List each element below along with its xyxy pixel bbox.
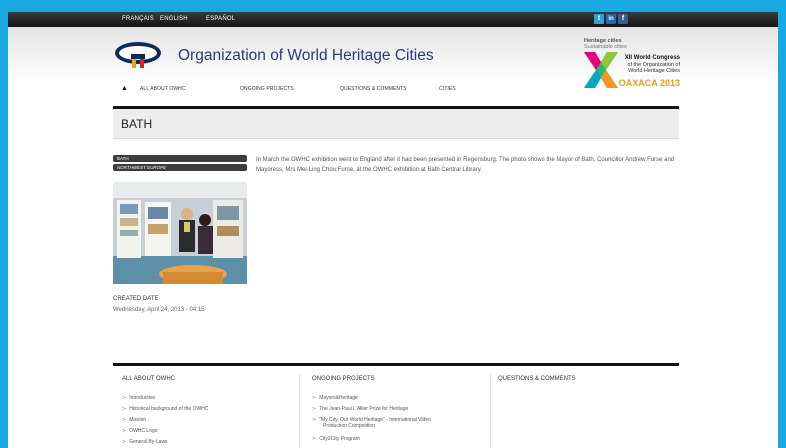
footer-link-introduction[interactable]: ≻ Introduction bbox=[122, 395, 155, 401]
congress-banner[interactable]: Heritage cities Sustainable cities XII W… bbox=[584, 38, 680, 100]
twitter-icon[interactable]: t bbox=[594, 14, 604, 24]
nav-questions-comments[interactable]: QUESTIONS & COMMENTS bbox=[340, 86, 407, 92]
page-title: BATH bbox=[121, 117, 153, 131]
congress-tagline-2: Sustainable cities bbox=[584, 44, 627, 50]
nav-ongoing-projects[interactable]: ONGOING PROJECTS bbox=[240, 86, 294, 92]
footer-link-jean-paul-prize[interactable]: ≻ The Jean-Paul L'Allier Prize for Herita… bbox=[312, 406, 408, 412]
footer-col1-title[interactable]: ALL ABOUT OWHC bbox=[122, 376, 175, 382]
footer-link-mayors-heritage[interactable]: ≻ Mayors&Heritage bbox=[312, 395, 358, 401]
site-title[interactable]: Organization of World Heritage Cities bbox=[178, 47, 434, 65]
nav-cities[interactable]: CITIES bbox=[439, 86, 456, 92]
footer-col3-title[interactable]: QUESTIONS & COMMENTS bbox=[498, 376, 576, 382]
congress-subtitle-2: World Heritage Cities bbox=[628, 68, 680, 74]
linkedin-icon[interactable]: in bbox=[606, 14, 616, 24]
tag-region[interactable]: NORTHWEST EUROPE bbox=[113, 164, 247, 171]
footer-link-video-competition-cont[interactable]: Production Competition bbox=[323, 423, 375, 429]
article-description: In March the OWHC exhibition went to Eng… bbox=[256, 157, 675, 173]
footer-separator-1 bbox=[299, 374, 300, 448]
exhibition-photo bbox=[113, 182, 247, 284]
lang-english-link[interactable]: ENGLISH bbox=[160, 16, 188, 22]
congress-x-icon bbox=[584, 52, 618, 88]
footer-separator-2 bbox=[490, 374, 491, 448]
footer-link-general-by-laws[interactable]: ≻ General By-Laws bbox=[122, 439, 168, 445]
home-icon[interactable]: ▲ bbox=[121, 85, 128, 92]
footer-link-owhc-logo[interactable]: ≻ OWHC Logo bbox=[122, 428, 158, 434]
page-title-bar: BATH bbox=[113, 109, 679, 139]
created-date-label: CREATED DATE bbox=[113, 296, 159, 302]
footer-link-historical-background[interactable]: ≻ Historical background of the OWHC bbox=[122, 406, 208, 412]
lang-spanish-link[interactable]: ESPAÑOL bbox=[206, 16, 235, 22]
congress-title: XII World Congress bbox=[624, 55, 680, 61]
footer-link-city2city[interactable]: ≻ City2City Program bbox=[312, 436, 360, 442]
tag-city[interactable]: BATH bbox=[113, 155, 247, 162]
congress-city: OAXACA 2013 bbox=[618, 78, 680, 88]
page-frame: FRANÇAIS ENGLISH ESPAÑOL t in f Organiza… bbox=[8, 12, 778, 448]
nav-all-about-owhc[interactable]: ALL ABOUT OWHC bbox=[140, 86, 186, 92]
top-bar: FRANÇAIS ENGLISH ESPAÑOL t in f bbox=[8, 12, 778, 27]
footer-col2-title[interactable]: ONGOING PROJECTS bbox=[312, 376, 375, 382]
footer-divider bbox=[113, 363, 679, 366]
created-date-value: Wednesday, April 24, 2013 - 04:15 bbox=[113, 307, 205, 313]
footer-link-mission[interactable]: ≻ Mission bbox=[122, 417, 146, 423]
facebook-icon[interactable]: f bbox=[618, 14, 628, 24]
lang-french-link[interactable]: FRANÇAIS bbox=[122, 16, 154, 22]
